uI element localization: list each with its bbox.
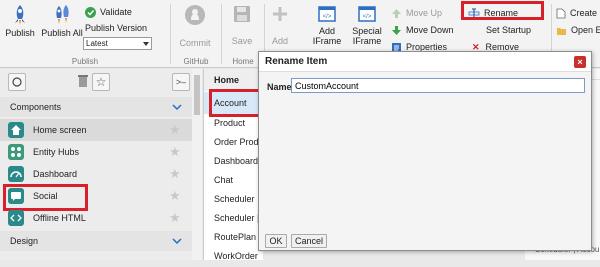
trash-button[interactable] bbox=[75, 73, 93, 91]
cancel-button[interactable]: Cancel bbox=[291, 234, 327, 248]
html-icon bbox=[8, 210, 24, 226]
page-list-header: Home bbox=[204, 69, 264, 91]
ribbon-separator bbox=[221, 4, 222, 64]
component-label: Dashboard bbox=[33, 169, 78, 179]
rocket-double-icon bbox=[56, 5, 69, 24]
star-icon[interactable]: ★ bbox=[169, 166, 181, 182]
svg-text:</>: </> bbox=[323, 14, 332, 20]
components-section-header[interactable]: Components bbox=[0, 97, 192, 117]
validate-button[interactable]: Validate bbox=[85, 5, 132, 19]
add-iframe-button[interactable]: </> Add IFrame bbox=[312, 4, 342, 46]
home-icon bbox=[8, 122, 24, 138]
move-up-button[interactable]: Move Up bbox=[391, 6, 442, 20]
create-new-button[interactable]: Create N bbox=[556, 6, 600, 20]
component-social[interactable]: Social ★ bbox=[0, 185, 192, 207]
publish-button[interactable]: Publish bbox=[4, 4, 36, 38]
name-input[interactable] bbox=[291, 78, 585, 93]
star-icon[interactable]: ★ bbox=[169, 144, 181, 160]
move-down-label: Move Down bbox=[406, 25, 454, 35]
move-up-label: Move Up bbox=[406, 8, 443, 18]
entity-hubs-icon bbox=[8, 144, 24, 160]
arrow-down-icon bbox=[392, 26, 401, 36]
svg-text:</>: </> bbox=[363, 14, 372, 20]
publish-label: Publish bbox=[5, 28, 35, 38]
favorites-filter-button[interactable]: ☆ bbox=[92, 73, 110, 91]
design-header-label: Design bbox=[10, 236, 39, 246]
components-header-label: Components bbox=[10, 102, 62, 112]
special-iframe-line2: IFrame bbox=[352, 36, 382, 46]
open-existing-label: Open Ex bbox=[571, 25, 600, 35]
component-label: Offline HTML bbox=[33, 213, 86, 223]
commit-label: Commit bbox=[179, 38, 211, 48]
add-button[interactable]: Add bbox=[268, 4, 292, 46]
save-button[interactable]: Save bbox=[228, 4, 256, 46]
rocket-icon bbox=[15, 5, 25, 25]
group-label-publish: Publish bbox=[71, 57, 99, 66]
star-icon[interactable]: ★ bbox=[169, 122, 181, 138]
chevron-down-icon bbox=[172, 238, 182, 245]
add-iframe-line2: IFrame bbox=[312, 36, 342, 46]
publish-version-label: Publish Version bbox=[85, 23, 148, 33]
star-icon[interactable]: ★ bbox=[169, 210, 181, 226]
name-label: Name bbox=[267, 82, 292, 92]
search-button[interactable] bbox=[8, 73, 26, 91]
dashboard-icon bbox=[8, 166, 24, 182]
ribbon-separator bbox=[170, 4, 171, 64]
group-label-github: GitHub bbox=[183, 57, 209, 66]
special-iframe-button[interactable]: </> Special IFrame bbox=[350, 4, 384, 46]
component-offline-html[interactable]: Offline HTML ★ bbox=[0, 207, 192, 229]
component-label: Entity Hubs bbox=[33, 147, 80, 157]
components-panel: ☆ >– Components Home screen ★ Entity Hub… bbox=[0, 69, 192, 260]
validate-label: Validate bbox=[100, 7, 132, 17]
page-list: Home Account Product Order Produc Dashbo… bbox=[203, 69, 264, 261]
arrow-up-icon bbox=[392, 9, 401, 19]
folder-icon bbox=[557, 27, 566, 35]
close-icon: × bbox=[577, 57, 583, 67]
iframe-icon: </> bbox=[318, 6, 336, 22]
github-icon bbox=[185, 5, 205, 25]
component-label: Social bbox=[33, 191, 58, 201]
component-label: Home screen bbox=[33, 125, 87, 135]
check-circle-icon bbox=[85, 7, 96, 19]
save-label: Save bbox=[231, 36, 253, 46]
set-startup-button[interactable]: Set Startup bbox=[486, 23, 531, 37]
add-label: Add bbox=[271, 36, 288, 46]
commit-button[interactable]: Commit bbox=[178, 4, 212, 48]
scrollbar-thumb[interactable] bbox=[194, 75, 200, 115]
open-existing-button[interactable]: Open Ex bbox=[556, 23, 600, 37]
collapse-panel-button[interactable]: >– bbox=[172, 73, 190, 91]
left-panel-scrollbar[interactable] bbox=[192, 69, 202, 260]
add-icon bbox=[273, 7, 287, 21]
page-item[interactable]: WorkOrder bbox=[204, 245, 264, 267]
star-icon: ☆ bbox=[95, 75, 107, 89]
close-button[interactable]: × bbox=[574, 56, 586, 68]
component-entity-hubs[interactable]: Entity Hubs ★ bbox=[0, 141, 192, 163]
floppy-disk-icon bbox=[234, 6, 250, 22]
social-icon bbox=[8, 188, 24, 204]
add-iframe-line1: Add bbox=[318, 26, 335, 36]
publish-all-label: Publish All bbox=[41, 28, 83, 38]
create-new-label: Create N bbox=[570, 8, 600, 18]
special-iframe-line1: Special bbox=[352, 26, 382, 36]
publish-version-value: Latest bbox=[86, 39, 108, 48]
trash-icon bbox=[78, 75, 88, 87]
component-home-screen[interactable]: Home screen ★ bbox=[0, 119, 192, 141]
chevron-down-icon bbox=[143, 42, 149, 46]
search-icon bbox=[12, 77, 22, 87]
component-dashboard[interactable]: Dashboard ★ bbox=[0, 163, 192, 185]
special-iframe-icon: </> bbox=[358, 6, 376, 22]
ok-button[interactable]: OK bbox=[265, 234, 287, 248]
star-icon[interactable]: ★ bbox=[169, 188, 181, 204]
rename-dialog: Rename Item × Name OK Cancel bbox=[258, 51, 592, 251]
publish-version-select[interactable]: Latest bbox=[83, 37, 152, 50]
design-section-header[interactable]: Design bbox=[0, 231, 192, 251]
chevron-down-icon bbox=[172, 104, 182, 111]
dialog-title: Rename Item bbox=[259, 52, 591, 72]
move-down-button[interactable]: Move Down bbox=[391, 23, 454, 37]
collapse-icon: >– bbox=[175, 77, 187, 87]
new-file-icon bbox=[556, 8, 566, 19]
publish-all-button[interactable]: Publish All bbox=[40, 4, 84, 38]
rename-highlight bbox=[461, 1, 544, 20]
